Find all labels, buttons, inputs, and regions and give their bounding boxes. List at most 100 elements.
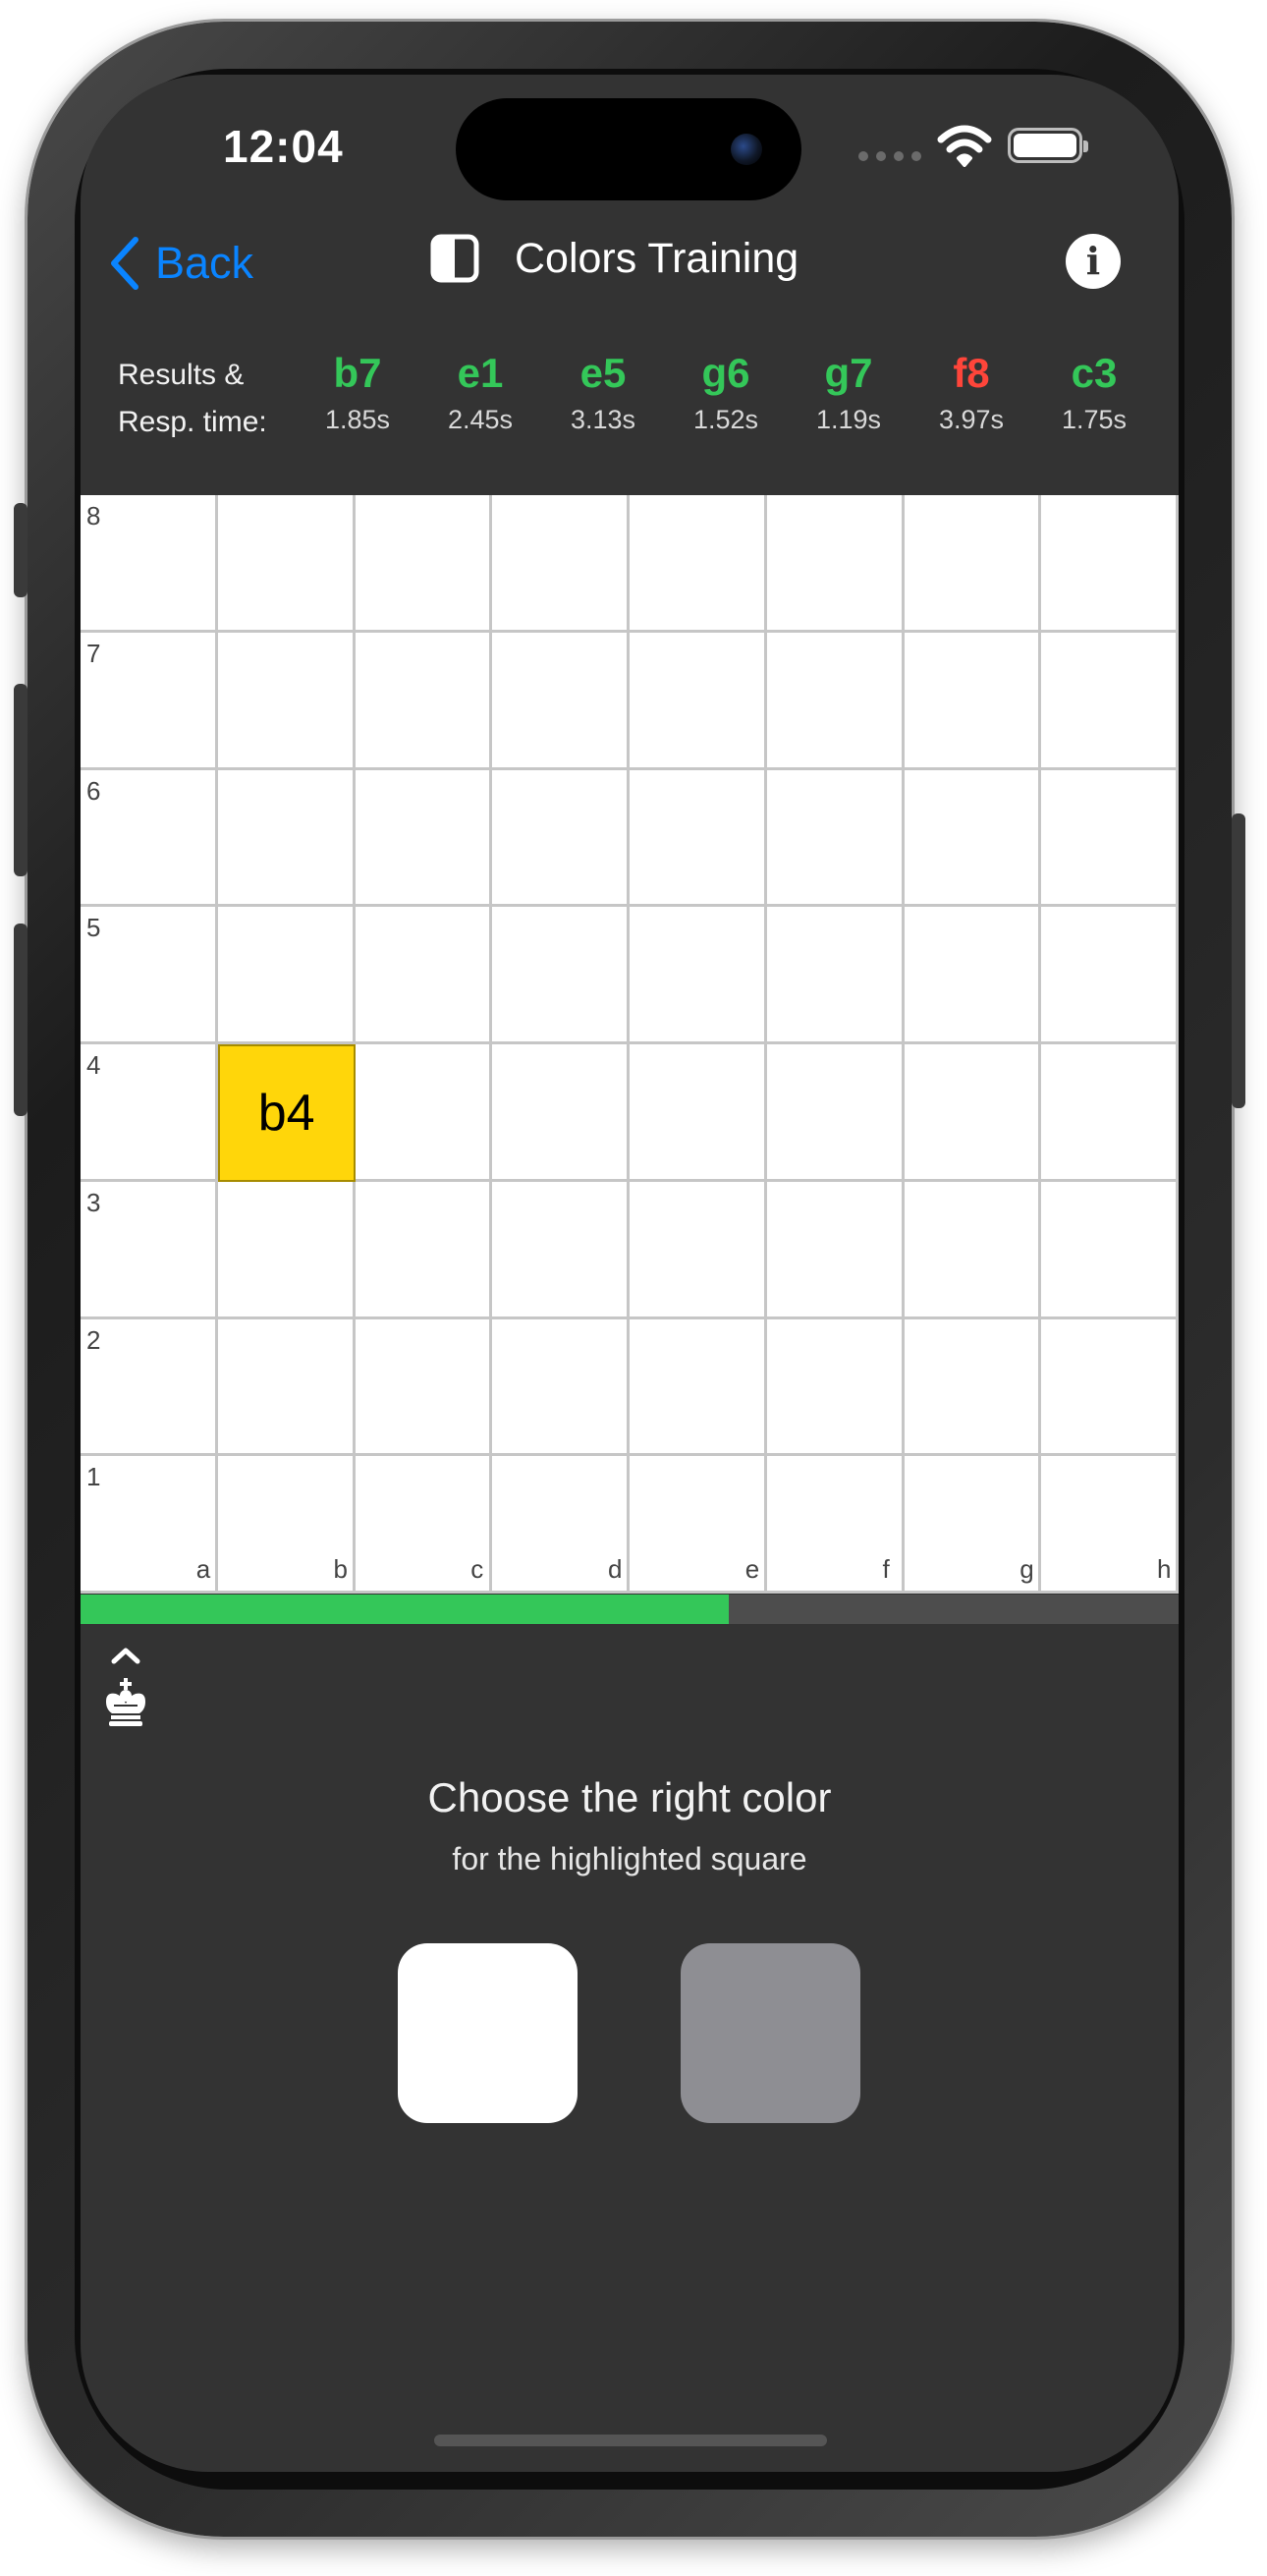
chess-board[interactable]: 8 7 6 5 b4 4 3 2 1 a b c d e f g h [81, 495, 1179, 1594]
board-square[interactable] [217, 495, 356, 633]
board-square[interactable] [630, 907, 767, 1044]
page-title: Colors Training [515, 234, 799, 282]
board-square[interactable] [217, 769, 356, 908]
board-square[interactable] [492, 1181, 630, 1319]
result-time: 1.75s [1061, 405, 1128, 434]
board-square[interactable] [766, 1318, 905, 1457]
result-time: 3.97s [938, 405, 1005, 434]
dynamic-island [456, 98, 801, 200]
board-square[interactable] [766, 632, 905, 770]
board-square[interactable] [1041, 495, 1179, 633]
board-square[interactable] [904, 495, 1042, 633]
info-button[interactable]: i [1066, 234, 1121, 289]
power-button [1232, 813, 1245, 1108]
white-color-button[interactable] [398, 1943, 578, 2123]
board-square[interactable] [355, 769, 493, 908]
rank-label: 5 [86, 913, 101, 943]
rank-label: 2 [86, 1324, 101, 1355]
rank-label: 7 [86, 638, 101, 668]
board-square[interactable] [217, 632, 356, 770]
rank-label: 4 [86, 1050, 101, 1080]
result-time: 1.85s [324, 405, 391, 434]
result-item: e1 2.45s [421, 348, 539, 440]
board-square[interactable] [81, 1044, 218, 1182]
result-item: f8 3.97s [912, 348, 1030, 440]
board-square[interactable] [1041, 1181, 1179, 1319]
result-time: 1.52s [692, 405, 759, 434]
board-square[interactable] [904, 1318, 1042, 1457]
progress-fill [81, 1595, 729, 1624]
highlighted-square[interactable]: b4 [217, 1044, 356, 1182]
back-button-label: Back [155, 238, 254, 288]
battery-icon [1008, 128, 1088, 163]
result-square: e5 [579, 350, 627, 396]
board-square[interactable] [492, 1044, 630, 1182]
board-square[interactable] [904, 769, 1042, 908]
board-square[interactable] [355, 1181, 493, 1319]
file-label: e [744, 1554, 760, 1584]
volume-up-button [14, 684, 28, 876]
board-square[interactable] [630, 1181, 767, 1319]
board-square[interactable] [81, 495, 218, 633]
result-square: f8 [953, 350, 990, 396]
action-button [14, 503, 28, 597]
board-square[interactable] [1041, 1044, 1179, 1182]
board-square[interactable] [904, 1181, 1042, 1319]
result-item: g6 1.52s [667, 348, 785, 440]
rank-label: 8 [86, 501, 101, 531]
result-item: g7 1.19s [790, 348, 908, 440]
board-square[interactable] [217, 1181, 356, 1319]
board-square[interactable] [1041, 632, 1179, 770]
board-square[interactable] [766, 769, 905, 908]
board-square[interactable] [355, 1318, 493, 1457]
board-square[interactable] [630, 1318, 767, 1457]
chevron-left-icon [111, 237, 138, 290]
home-indicator[interactable] [434, 2435, 827, 2446]
board-square[interactable] [81, 769, 218, 908]
board-square[interactable] [81, 632, 218, 770]
board-color-icon [430, 234, 479, 283]
board-square[interactable] [355, 495, 493, 633]
board-square[interactable] [904, 632, 1042, 770]
board-square[interactable] [492, 769, 630, 908]
board-square[interactable] [355, 1044, 493, 1182]
board-square[interactable] [492, 907, 630, 1044]
gray-color-button[interactable] [681, 1943, 860, 2123]
board-square[interactable] [355, 907, 493, 1044]
board-square[interactable] [217, 907, 356, 1044]
board-square[interactable] [904, 907, 1042, 1044]
board-square[interactable] [766, 495, 905, 633]
file-label: a [195, 1554, 211, 1584]
board-square[interactable] [630, 1044, 767, 1182]
file-label: c [470, 1554, 484, 1584]
chevron-up-icon[interactable] [108, 1645, 143, 1666]
board-square[interactable] [630, 769, 767, 908]
result-time: 3.13s [570, 405, 636, 434]
board-square[interactable] [492, 632, 630, 770]
board-square[interactable] [1041, 1318, 1179, 1457]
back-button[interactable]: Back [108, 236, 253, 291]
board-square[interactable] [904, 1044, 1042, 1182]
front-camera-icon [731, 134, 762, 165]
board-square[interactable] [766, 1181, 905, 1319]
board-square[interactable] [630, 632, 767, 770]
result-item: b7 1.85s [299, 348, 416, 440]
board-square[interactable] [217, 1318, 356, 1457]
highlighted-square-label: b4 [257, 1084, 315, 1142]
board-square[interactable] [355, 632, 493, 770]
board-square[interactable] [1041, 769, 1179, 908]
file-label: f [882, 1554, 890, 1584]
status-time: 12:04 [223, 121, 344, 172]
rank-label: 6 [86, 775, 101, 806]
board-square[interactable] [630, 495, 767, 633]
board-square[interactable] [492, 495, 630, 633]
board-square[interactable] [1041, 907, 1179, 1044]
board-square[interactable] [81, 1181, 218, 1319]
board-square[interactable] [81, 907, 218, 1044]
volume-down-button [14, 924, 28, 1116]
board-square[interactable] [81, 1318, 218, 1457]
board-square[interactable] [492, 1318, 630, 1457]
king-icon[interactable] [100, 1676, 151, 1727]
board-square[interactable] [766, 907, 905, 1044]
board-square[interactable] [766, 1044, 905, 1182]
